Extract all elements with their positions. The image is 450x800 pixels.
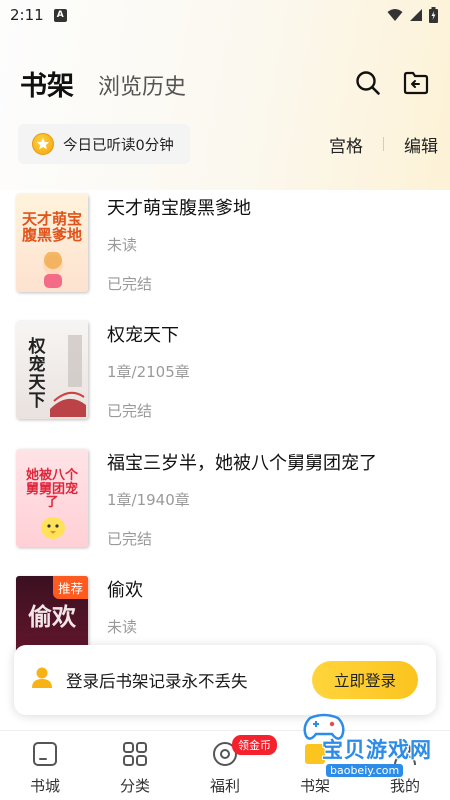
login-banner-text: 登录后书架记录永不丢失 <box>66 672 248 691</box>
book-progress: 未读 <box>107 618 138 636</box>
login-banner: 登录后书架记录永不丢失 立即登录 <box>14 645 436 715</box>
wifi-icon <box>387 9 403 21</box>
grid-view-button[interactable]: 宫格 <box>329 132 363 157</box>
book-title: 福宝三岁半，她被八个舅舅团宠了 <box>107 453 377 474</box>
cover-title: 权宠天下 <box>28 337 46 411</box>
book-status: 已完结 <box>107 402 153 420</box>
reading-time-pill[interactable]: 今日已听读0分钟 <box>18 124 190 164</box>
nav-item-category[interactable]: 分类 <box>90 731 180 800</box>
cover-title: 偷欢 <box>28 602 76 631</box>
watermark-url: baobeiy.com <box>326 764 404 777</box>
site-watermark: 宝贝游戏网 baobeiy.com <box>284 712 450 782</box>
book-item[interactable]: 她被八个舅舅团宠了 福宝三岁半，她被八个舅舅团宠了 1章/1940章 已完结 <box>16 449 436 549</box>
nav-label: 福利 <box>209 777 240 795</box>
status-bar: 2:11 A <box>0 0 450 30</box>
import-book-icon[interactable] <box>402 69 430 97</box>
book-title: 天才萌宝腹黑爹地 <box>107 198 251 219</box>
book-item[interactable]: 天才萌宝腹黑爹地 天才萌宝腹黑爹地 未读 已完结 <box>16 194 436 294</box>
notification-app-icon: A <box>53 8 67 22</box>
book-cover[interactable]: 她被八个舅舅团宠了 <box>16 449 88 547</box>
battery-icon <box>429 7 438 23</box>
shelf-actions: 宫格 编辑 <box>329 132 438 157</box>
status-icons <box>387 7 438 23</box>
book-status: 已完结 <box>107 275 153 293</box>
book-status: 已完结 <box>107 530 153 548</box>
book-title: 偷欢 <box>107 580 143 601</box>
reading-time-text: 今日已听读0分钟 <box>63 137 174 154</box>
book-cover[interactable]: 权宠天下 <box>16 321 88 419</box>
watermark-name: 宝贝游戏网 <box>322 738 432 762</box>
cover-illustration <box>43 252 63 288</box>
tab-browse-history[interactable]: 浏览历史 <box>98 69 186 101</box>
signal-icon <box>410 9 422 21</box>
header-actions <box>354 69 430 97</box>
edit-button[interactable]: 编辑 <box>404 132 438 157</box>
category-icon <box>120 739 150 769</box>
reading-stats-row: 今日已听读0分钟 宫格 编辑 <box>18 124 438 164</box>
book-progress: 1章/2105章 <box>107 363 190 381</box>
book-item[interactable]: 权宠天下 权宠天下 1章/2105章 已完结 <box>16 321 436 421</box>
bookstore-icon <box>30 739 60 769</box>
recommend-tag: 推荐 <box>52 576 88 599</box>
tab-bookshelf[interactable]: 书架 <box>20 64 74 103</box>
user-icon <box>30 666 54 694</box>
cover-illustration <box>41 517 65 539</box>
book-title: 权宠天下 <box>107 325 179 346</box>
star-coin-icon <box>32 133 54 155</box>
book-cover[interactable]: 天才萌宝腹黑爹地 <box>16 194 88 292</box>
book-progress: 未读 <box>107 236 138 254</box>
nav-item-bookstore[interactable]: 书城 <box>0 731 90 800</box>
top-header: 书架 浏览历史 <box>0 60 450 106</box>
nav-label: 书城 <box>29 777 60 795</box>
nav-item-welfare[interactable]: 福利 领金币 <box>180 731 277 800</box>
cover-title: 她被八个舅舅团宠了 <box>25 468 78 511</box>
status-time: 2:11 <box>10 6 44 24</box>
cover-illustration <box>50 335 86 417</box>
book-progress: 1章/1940章 <box>107 491 190 509</box>
login-button[interactable]: 立即登录 <box>312 661 418 699</box>
cover-title: 天才萌宝腹黑爹地 <box>21 210 82 244</box>
search-icon[interactable] <box>354 69 382 97</box>
nav-label: 分类 <box>119 777 150 795</box>
action-divider <box>383 137 384 151</box>
